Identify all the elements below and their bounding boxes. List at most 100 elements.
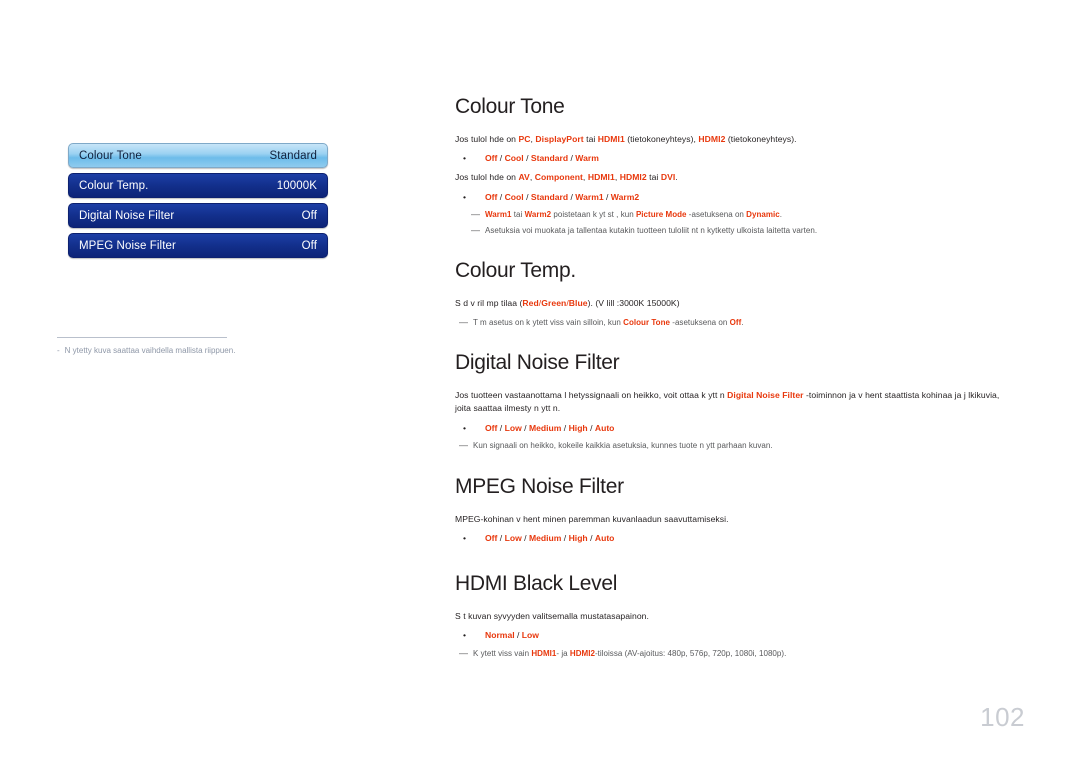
value-hdmi2: HDMI2 xyxy=(569,649,595,659)
osd-row-label: Colour Tone xyxy=(79,149,142,162)
text-sep: . xyxy=(675,172,678,183)
note-text: Kun signaali on heikko, kokeile kaikkia … xyxy=(473,441,773,451)
digital-noise-filter-note-1: — Kun signaali on heikko, kokeile kaikkia… xyxy=(455,440,1015,452)
osd-row-label: Colour Temp. xyxy=(79,179,149,192)
colour-tone-options-pc: • Off / Cool / Standard / Warm xyxy=(455,152,1015,166)
colour-tone-intro-av: Jos tulol hde on AV, Component, HDMI1, H… xyxy=(455,171,1015,184)
note-text: K ytett viss vain xyxy=(473,649,532,659)
option-off: Off xyxy=(485,533,498,544)
option-off: Off xyxy=(485,191,498,202)
mpeg-noise-filter-intro: MPEG-kohinan v hent minen paremman kuvan… xyxy=(455,513,729,524)
option-separator: / xyxy=(521,533,529,544)
bullet-icon: • xyxy=(463,422,467,433)
manual-content: Colour Tone Jos tulol hde on PC, Display… xyxy=(455,95,1015,683)
colour-temp-intro: S d v ril mp tilaa (Red/Green/Blue). (V … xyxy=(455,297,1015,310)
option-list-item: • Off / Cool / Standard / Warm1 / Warm2 xyxy=(463,191,1015,205)
note-dash-icon: — xyxy=(471,224,480,235)
bullet-icon: • xyxy=(463,533,467,544)
text-lead: Jos tulol hde on xyxy=(455,134,519,145)
option-high: High xyxy=(568,533,588,544)
note-dash-icon: — xyxy=(471,209,480,220)
note-dash-icon: — xyxy=(459,648,468,659)
text-sep: tai xyxy=(583,134,598,145)
option-low: Low xyxy=(504,533,522,544)
value-colour-tone: Colour Tone xyxy=(623,317,670,327)
value-av: AV xyxy=(518,172,530,183)
value-hdmi2: HDMI2 xyxy=(698,134,726,145)
section-title-digital-noise-filter: Digital Noise Filter xyxy=(455,350,620,374)
value-component: Component xyxy=(534,172,583,183)
osd-row-mpeg-noise-filter[interactable]: MPEG Noise Filter Off xyxy=(68,233,328,258)
osd-row-value: Off xyxy=(301,209,317,222)
section-title-hdmi-black-level: HDMI Black Level xyxy=(455,572,618,595)
colour-tone-intro-pc: Jos tulol hde on PC, DisplayPort tai HDM… xyxy=(455,133,1015,146)
footnote-dash: - xyxy=(57,346,60,355)
option-separator: / xyxy=(497,422,505,433)
option-high: High xyxy=(568,422,588,433)
mpeg-noise-filter-options: • Off / Low / Medium / High / Auto xyxy=(455,532,1015,546)
value-displayport: DisplayPort xyxy=(535,134,584,145)
option-separator: / xyxy=(523,153,531,164)
option-normal: Normal xyxy=(485,630,515,641)
option-medium: Medium xyxy=(528,422,562,433)
value-dynamic: Dynamic xyxy=(746,210,780,220)
osd-menu-preview: Colour Tone Standard Colour Temp. 10000K… xyxy=(68,143,328,263)
section-mpeg-noise-filter: MPEG Noise Filter MPEG-kohinan v hent mi… xyxy=(455,475,1015,546)
option-low: Low xyxy=(504,422,522,433)
osd-row-value: 10000K xyxy=(276,179,317,192)
text-sep: (tietokoneyhteys). xyxy=(725,134,797,145)
text-sep: . xyxy=(741,317,744,327)
text-sep: ). (V lill :3000K 15000K) xyxy=(587,298,680,309)
option-medium: Medium xyxy=(528,533,562,544)
osd-row-digital-noise-filter[interactable]: Digital Noise Filter Off xyxy=(68,203,328,228)
left-footnote: - N ytetty kuva saattaa vaihdella mallis… xyxy=(57,337,357,356)
note-text: T m asetus on k ytett viss vain silloin,… xyxy=(473,317,624,327)
section-title-mpeg-noise-filter: MPEG Noise Filter xyxy=(455,474,624,498)
value-warm1: Warm1 xyxy=(485,210,512,220)
option-separator: / xyxy=(521,422,529,433)
text-sep: poistetaan k yt st , kun xyxy=(551,210,636,220)
option-separator: / xyxy=(497,533,505,544)
section-digital-noise-filter: Digital Noise Filter Jos tuotteen vastaa… xyxy=(455,351,1015,453)
text-sep: (tietokoneyhteys), xyxy=(624,134,699,145)
option-auto: Auto xyxy=(594,422,615,433)
option-auto: Auto xyxy=(594,533,615,544)
colour-tone-note-1: — Warm1 tai Warm2 poistetaan k yt st , ku… xyxy=(467,209,1015,221)
osd-row-value: Standard xyxy=(269,149,317,162)
option-separator: / xyxy=(497,153,505,164)
digital-noise-filter-options: • Off / Low / Medium / High / Auto xyxy=(455,422,1015,436)
colour-tone-options-av: • Off / Cool / Standard / Warm1 / Warm2 xyxy=(455,191,1015,205)
digital-noise-filter-intro: Jos tuotteen vastaanottama l hetyssignaa… xyxy=(455,389,1015,416)
bullet-icon: • xyxy=(463,191,467,202)
value-dvi: DVI xyxy=(660,172,676,183)
value-hdmi1: HDMI1 xyxy=(531,649,557,659)
option-separator: / xyxy=(497,191,505,202)
value-hdmi2: HDMI2 xyxy=(619,172,647,183)
option-separator: / xyxy=(603,191,611,202)
value-hdmi1: HDMI1 xyxy=(587,172,615,183)
text-lead: Jos tulol hde on xyxy=(455,172,519,183)
hdmi-black-level-options: • Normal / Low xyxy=(455,629,1015,643)
note-text: Asetuksia voi muokata ja tallentaa kutak… xyxy=(485,225,818,235)
bullet-icon: • xyxy=(463,630,467,641)
option-warm: Warm xyxy=(575,153,599,164)
option-separator: / xyxy=(523,191,531,202)
colour-tone-note-2: — Asetuksia voi muokata ja tallentaa kuta… xyxy=(467,225,1015,237)
text-sep: tai xyxy=(511,210,525,220)
text-sep: -asetuksena on xyxy=(670,317,730,327)
footnote-text: N ytetty kuva saattaa vaihdella mallista… xyxy=(64,346,236,355)
section-hdmi-black-level: HDMI Black Level S t kuvan syvyyden vali… xyxy=(455,572,1015,661)
section-colour-temp: Colour Temp. S d v ril mp tilaa (Red/Gre… xyxy=(455,259,1015,329)
value-warm2: Warm2 xyxy=(524,210,552,220)
hdmi-black-level-intro: S t kuvan syvyyden valitsemalla mustatas… xyxy=(455,611,649,622)
option-low: Low xyxy=(521,630,539,641)
osd-row-colour-tone[interactable]: Colour Tone Standard xyxy=(68,143,328,168)
section-colour-tone: Colour Tone Jos tulol hde on PC, Display… xyxy=(455,95,1015,237)
value-pc: PC xyxy=(518,134,531,145)
page-number: 102 xyxy=(980,702,1025,732)
footnote-line: - N ytetty kuva saattaa vaihdella mallis… xyxy=(57,346,357,356)
osd-row-colour-temp[interactable]: Colour Temp. 10000K xyxy=(68,173,328,198)
option-separator: / xyxy=(561,533,569,544)
option-cool: Cool xyxy=(504,153,524,164)
section-title-colour-temp: Colour Temp. xyxy=(455,259,576,283)
